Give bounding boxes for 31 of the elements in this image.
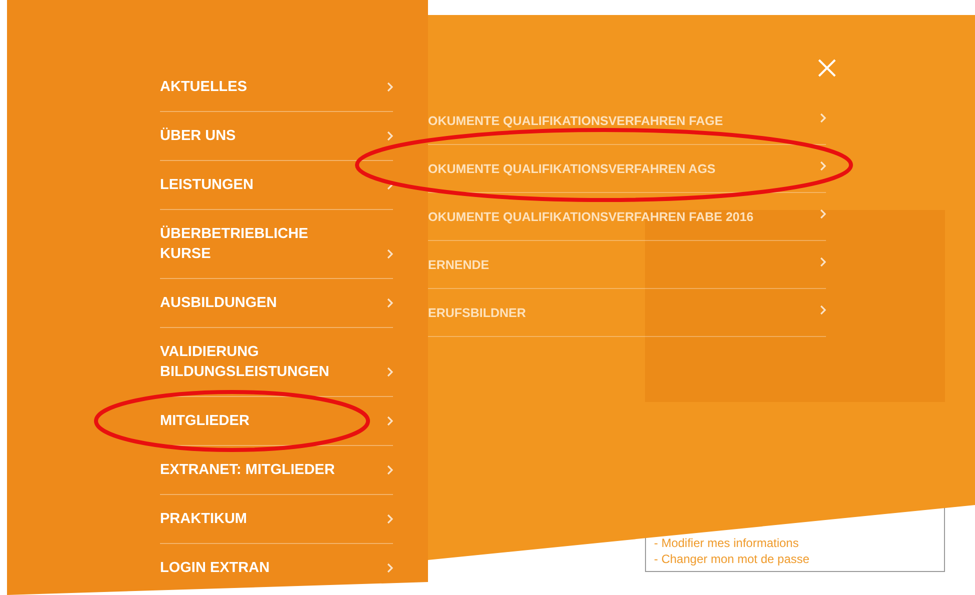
chevron-icon: [387, 514, 393, 524]
chevron-icon: [820, 209, 826, 219]
chevron-icon: [387, 367, 393, 377]
menu-item[interactable]: LEISTUNGEN: [160, 161, 393, 210]
submenu-item[interactable]: ERUFSBILDNER: [428, 289, 826, 337]
chevron-icon: [387, 131, 393, 141]
menu-item[interactable]: VALIDIERUNG BILDUNGSLEISTUNGEN: [160, 328, 393, 397]
menu-item[interactable]: ÜBERBETRIEBLICHE KURSE: [160, 210, 393, 279]
chevron-icon: [820, 305, 826, 315]
menu-item[interactable]: LOGIN EXTRAN: [160, 544, 393, 593]
submenu-item[interactable]: OKUMENTE QUALIFIKATIONSVERFAHREN AGS: [428, 145, 826, 193]
submenu-item[interactable]: OKUMENTE QUALIFIKATIONSVERFAHREN FAGE: [428, 97, 826, 145]
close-icon[interactable]: [818, 59, 836, 77]
chevron-icon: [820, 257, 826, 267]
menu-item[interactable]: AKTUELLES: [160, 63, 393, 112]
submenu-item[interactable]: ERNENDE: [428, 241, 826, 289]
chevron-icon: [387, 416, 393, 426]
chevron-icon: [387, 563, 393, 573]
chevron-icon: [387, 465, 393, 475]
menu-item[interactable]: ÜBER UNS: [160, 112, 393, 161]
chevron-icon: [387, 298, 393, 308]
chevron-icon: [387, 82, 393, 92]
chevron-icon: [387, 249, 393, 259]
menu-item[interactable]: MITGLIEDER: [160, 397, 393, 446]
chevron-icon: [820, 113, 826, 123]
menu-item[interactable]: AUSBILDUNGEN: [160, 279, 393, 328]
submenu-item[interactable]: OKUMENTE QUALIFIKATIONSVERFAHREN FABE 2016: [428, 193, 826, 241]
menu-item[interactable]: EXTRANET: MITGLIEDER: [160, 446, 393, 495]
chevron-icon: [820, 161, 826, 171]
account-link[interactable]: - Changer mon mot de passe: [654, 552, 810, 566]
menu-item[interactable]: PRAKTIKUM: [160, 495, 393, 544]
